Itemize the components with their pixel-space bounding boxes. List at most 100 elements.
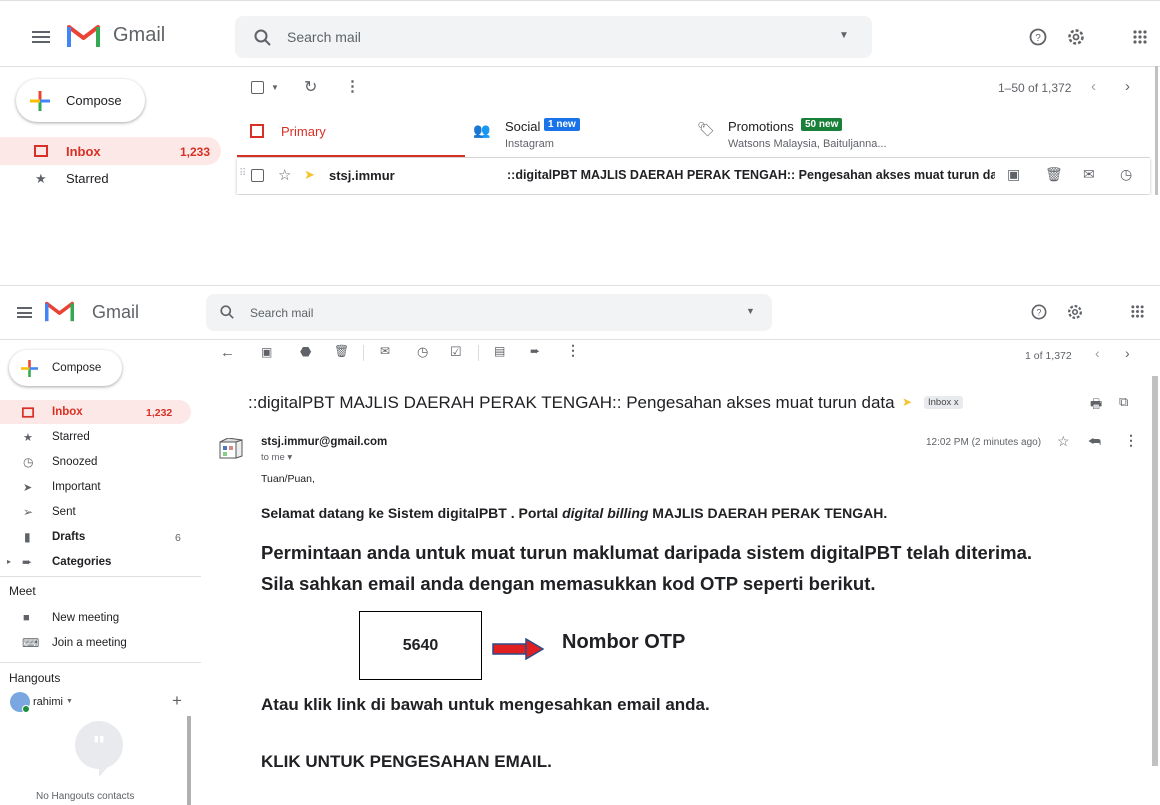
label-icon: ➨ — [22, 555, 33, 569]
row-checkbox[interactable] — [251, 169, 264, 182]
inbox-icon — [34, 145, 48, 157]
search-options-icon[interactable]: ▼ — [839, 30, 849, 41]
mark-read-icon[interactable]: ✉ — [1083, 166, 1095, 183]
sidebar-item-categories[interactable]: ▸ ➨ Categories — [0, 551, 191, 575]
sidebar-item-label: Sent — [52, 506, 76, 518]
search-icon[interactable] — [254, 29, 271, 46]
tab-promotions[interactable]: 🏷 Promotions 50 new Watsons Malaysia, Ba… — [692, 110, 992, 158]
print-icon[interactable]: 🖶 — [1090, 395, 1102, 417]
delete-icon[interactable]: 🗑 — [1045, 166, 1063, 183]
sidebar-item-inbox[interactable]: Inbox 1,233 — [0, 137, 221, 165]
svg-text:?: ? — [1035, 33, 1041, 44]
meet-item-label: Join a meeting — [52, 637, 127, 649]
star-outline-icon[interactable]: ☆ — [1057, 433, 1070, 450]
add-hangout-icon[interactable]: + — [172, 691, 182, 711]
people-icon: 👥 — [473, 122, 491, 138]
tag-icon: 🏷 — [697, 121, 715, 137]
hangouts-user[interactable]: rahimi ▼ — [8, 692, 178, 714]
report-spam-icon[interactable]: ⬣ — [300, 344, 311, 360]
search-bar[interactable]: Search mail ▼ — [206, 294, 772, 331]
move-to-icon[interactable]: ▤ — [494, 344, 505, 358]
more-vert-icon[interactable]: ⋮ — [1124, 432, 1138, 449]
scrollbar[interactable] — [1155, 66, 1158, 195]
tab-primary[interactable]: Primary — [237, 110, 465, 158]
newer-chevron-right-icon[interactable]: › — [1125, 78, 1130, 95]
tab-social[interactable]: 👥 Social 1 new Instagram — [466, 110, 686, 158]
apps-grid-icon[interactable] — [1133, 30, 1147, 44]
settings-gear-icon[interactable] — [1066, 303, 1084, 321]
main-menu-icon[interactable] — [17, 307, 32, 318]
search-bar[interactable]: Search mail ▼ — [235, 16, 872, 58]
meet-section-title: Meet — [9, 584, 36, 598]
sidebar-item-important[interactable]: ➤ Important — [0, 476, 191, 500]
select-all-checkbox[interactable] — [251, 81, 264, 94]
main-menu-icon[interactable] — [32, 31, 50, 43]
reply-icon[interactable]: ⮪ — [1088, 433, 1101, 450]
sidebar-item-drafts[interactable]: ▮ Drafts 6 — [0, 526, 191, 550]
search-placeholder: Search mail — [250, 306, 314, 320]
recipient-line[interactable]: to me ▾ — [261, 452, 292, 463]
older-chevron-left-icon[interactable]: ‹ — [1091, 78, 1096, 95]
settings-gear-icon[interactable] — [1066, 27, 1086, 47]
older-chevron-right-icon[interactable]: › — [1125, 345, 1130, 361]
welcome-post: MAJLIS DAERAH PERAK TENGAH. — [648, 505, 888, 521]
online-status-dot — [22, 705, 30, 713]
row-subject-line: ::digitalPBT MAJLIS DAERAH PERAK TENGAH:… — [507, 168, 995, 182]
toolbar-separator — [478, 345, 479, 361]
status-dropdown-icon[interactable]: ▼ — [66, 698, 73, 705]
email-subject: ::digitalPBT MAJLIS DAERAH PERAK TENGAH:… — [248, 393, 895, 412]
sidebar-item-snoozed[interactable]: ◷ Snoozed — [0, 451, 191, 475]
help-icon[interactable]: ? — [1031, 304, 1047, 320]
expand-arrow-icon[interactable]: ▸ — [7, 557, 11, 566]
compose-button[interactable]: Compose — [16, 79, 145, 122]
verify-email-link[interactable]: KLIK UNTUK PENGESAHAN EMAIL. — [261, 752, 552, 772]
sidebar-item-starred[interactable]: ★ Starred — [0, 167, 221, 191]
meet-join-meeting[interactable]: ⌨ Join a meeting — [0, 633, 191, 655]
compose-plus-icon — [21, 360, 38, 377]
scrollbar[interactable] — [1152, 376, 1158, 766]
refresh-icon[interactable]: ↻ — [304, 77, 317, 97]
delete-icon[interactable]: 🗑 — [334, 344, 349, 358]
help-icon[interactable]: ? — [1029, 28, 1047, 46]
more-vert-icon[interactable]: ⋮ — [566, 342, 580, 359]
drag-handle-icon[interactable]: ⠿ — [239, 168, 246, 179]
hangouts-divider — [0, 662, 201, 663]
add-task-icon[interactable]: ☑ — [450, 344, 462, 360]
archive-icon[interactable]: ▣ — [1007, 166, 1020, 183]
otp-box: 5640 — [359, 611, 482, 680]
archive-icon[interactable]: ▣ — [261, 345, 272, 359]
select-dropdown-icon[interactable]: ▼ — [271, 83, 279, 92]
remove-label-icon[interactable]: x — [951, 397, 959, 408]
header-divider — [0, 66, 1160, 67]
compose-button[interactable]: Compose — [9, 350, 122, 386]
snooze-icon[interactable]: ◷ — [1120, 166, 1132, 183]
email-row[interactable]: ⠿ ☆ ➤ stsj.immur ::digitalPBT MAJLIS DAE… — [237, 158, 1150, 194]
sidebar-item-label: Inbox — [66, 144, 101, 159]
svg-text:?: ? — [1037, 308, 1042, 318]
sidebar-item-inbox[interactable]: Inbox 1,232 — [0, 400, 191, 424]
important-marker-icon[interactable]: ➤ — [902, 395, 912, 409]
star-outline-icon[interactable]: ☆ — [278, 166, 291, 184]
snooze-icon[interactable]: ◷ — [417, 344, 428, 360]
labels-icon[interactable]: ➨ — [530, 344, 540, 358]
hangouts-section-title: Hangouts — [9, 671, 61, 685]
sidebar-item-starred[interactable]: ★ Starred — [0, 426, 191, 450]
open-new-window-icon[interactable]: ⧉ — [1119, 394, 1128, 410]
request-line-1: Permintaan anda untuk muat turun makluma… — [261, 542, 1032, 563]
more-vert-icon[interactable]: ⋮ — [345, 77, 360, 95]
back-arrow-icon[interactable]: ← — [220, 344, 235, 361]
sidebar-scrollbar[interactable] — [187, 716, 191, 805]
mark-unread-icon[interactable]: ✉ — [380, 344, 390, 358]
welcome-emphasis: digital billing — [562, 505, 649, 521]
search-options-icon[interactable]: ▼ — [746, 306, 755, 316]
important-marker-icon[interactable]: ➤ — [304, 167, 315, 183]
newer-chevron-left-icon[interactable]: ‹ — [1095, 345, 1100, 361]
otp-arrow-icon — [492, 638, 544, 660]
search-icon[interactable] — [220, 305, 234, 319]
compose-label: Compose — [52, 362, 102, 374]
sidebar-item-sent[interactable]: ➢ Sent — [0, 501, 191, 525]
apps-grid-icon[interactable] — [1131, 305, 1144, 318]
pagination-text: 1–50 of 1,372 — [998, 81, 1072, 95]
tab-sublabel: Watsons Malaysia, Baituljanna... — [728, 138, 887, 150]
meet-new-meeting[interactable]: ■ New meeting — [0, 608, 191, 630]
